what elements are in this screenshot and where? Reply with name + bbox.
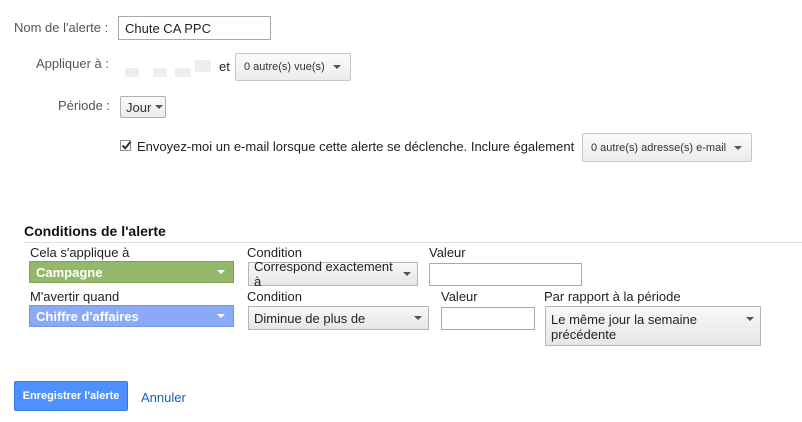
checkmark-icon (121, 141, 132, 150)
chevron-down-icon (414, 316, 422, 320)
condition2-value: Diminue de plus de (254, 310, 366, 326)
condition2-dropdown[interactable]: Diminue de plus de (248, 306, 429, 330)
blurred-view-name (125, 58, 217, 78)
save-alert-button[interactable]: Enregistrer l'alerte (14, 381, 128, 411)
chevron-down-icon (155, 105, 164, 109)
alert-name-input[interactable] (118, 16, 271, 40)
chevron-down-icon (403, 272, 411, 276)
notify-when-label: M'avertir quand (30, 289, 120, 304)
apply-to-label: Appliquer à : (36, 56, 109, 71)
value-input[interactable] (429, 263, 582, 286)
period-label: Période : (58, 98, 111, 113)
other-emails-dropdown[interactable]: 0 autre(s) adresse(s) e-mail (582, 133, 752, 162)
conditions-title: Conditions de l'alerte (24, 223, 166, 239)
value2-input[interactable] (441, 307, 535, 330)
other-views-label: 0 autre(s) vue(s) (244, 61, 325, 73)
apply-to-connector: et (219, 59, 230, 74)
applies-to-value: Campagne (36, 264, 103, 280)
condition2-label: Condition (247, 289, 302, 304)
chevron-down-icon (332, 65, 341, 69)
period-dropdown[interactable]: Jour (120, 96, 166, 118)
value2-label: Valeur (441, 289, 478, 304)
other-emails-label: 0 autre(s) adresse(s) e-mail (591, 141, 727, 154)
condition-value: Correspond exactement à (254, 259, 393, 289)
relative-period-dropdown[interactable]: Le même jour la semaine précédente (545, 306, 761, 346)
period-value: Jour (126, 99, 152, 115)
other-views-dropdown[interactable]: 0 autre(s) vue(s) (235, 53, 351, 81)
chevron-down-icon (217, 314, 225, 318)
chevron-down-icon (217, 270, 225, 274)
conditions-divider (24, 242, 802, 243)
condition-dropdown[interactable]: Correspond exactement à (248, 259, 418, 289)
email-notify-text: Envoyez-moi un e-mail lorsque cette aler… (137, 139, 575, 154)
chevron-down-icon (734, 145, 743, 150)
notify-metric-value: Chiffre d'affaires (36, 308, 139, 324)
notify-metric-dropdown[interactable]: Chiffre d'affaires (29, 305, 234, 327)
chevron-down-icon (746, 317, 754, 321)
applies-to-dropdown[interactable]: Campagne (29, 261, 234, 283)
cancel-link[interactable]: Annuler (141, 390, 186, 405)
relative-period-value: Le même jour la semaine précédente (551, 312, 697, 342)
value-label: Valeur (429, 245, 466, 260)
condition-label: Condition (247, 245, 302, 260)
email-checkbox[interactable] (120, 140, 132, 151)
relative-period-label: Par rapport à la période (544, 289, 681, 304)
applies-to-label: Cela s'applique à (30, 245, 130, 260)
alert-name-label: Nom de l'alerte : (14, 20, 109, 35)
